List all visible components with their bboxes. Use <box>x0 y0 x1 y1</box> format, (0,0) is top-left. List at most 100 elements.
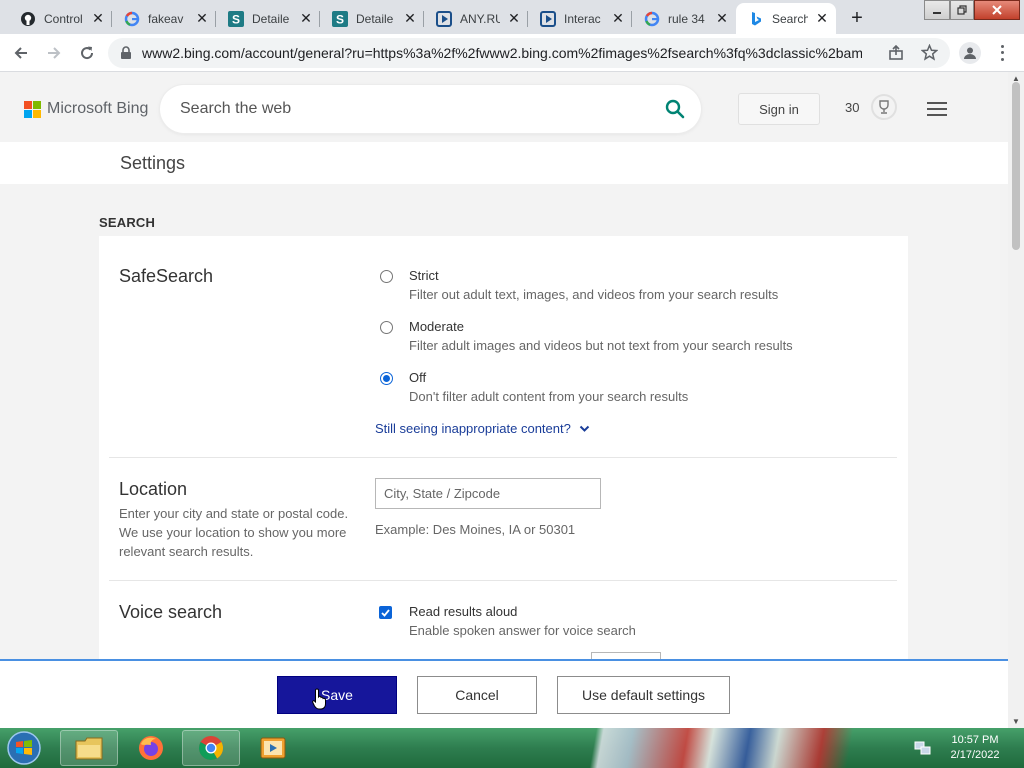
taskbar-media-player[interactable] <box>244 730 302 766</box>
close-tab-icon[interactable]: ✕ <box>402 10 418 27</box>
divider <box>109 457 897 458</box>
browser-tab-active[interactable]: Search ✕ <box>736 3 836 34</box>
divider <box>109 580 897 581</box>
bookmark-star-icon[interactable] <box>920 43 939 66</box>
browser-tab[interactable]: Interac ✕ <box>528 3 632 34</box>
bing-logo[interactable]: Microsoft Bing <box>24 100 148 118</box>
safesearch-title: SafeSearch <box>119 266 214 286</box>
search-icon[interactable] <box>665 99 685 124</box>
browser-tab[interactable]: Control ✕ <box>8 3 112 34</box>
browser-tab[interactable]: rule 34 ✕ <box>632 3 736 34</box>
close-tab-icon[interactable]: ✕ <box>610 10 626 27</box>
restore-button[interactable] <box>950 0 974 20</box>
share-icon[interactable] <box>888 44 904 66</box>
section-label: SEARCH <box>99 215 156 230</box>
firefox-icon <box>139 736 163 760</box>
system-clock[interactable]: 10:57 PM 2/17/2022 <box>940 733 1010 763</box>
browser-tab[interactable]: fakeav ✕ <box>112 3 216 34</box>
page-title: Settings <box>120 153 186 173</box>
voice-option-label: Read results aloud <box>409 604 518 619</box>
network-tray-icon[interactable] <box>914 740 932 761</box>
scroll-thumb[interactable] <box>1012 82 1020 250</box>
lock-icon <box>121 46 131 59</box>
chrome-icon <box>198 736 224 761</box>
safesearch-option-desc: Filter adult images and videos but not t… <box>409 338 793 353</box>
folder-icon <box>75 737 103 760</box>
location-input[interactable] <box>375 478 601 509</box>
scribd-icon: S <box>228 10 244 27</box>
trophy-icon <box>871 94 898 120</box>
browser-tab[interactable]: ANY.RU ✕ <box>424 3 528 34</box>
rewards-points: 30 <box>845 99 860 115</box>
minimize-button[interactable] <box>924 0 950 20</box>
tab-title: Detaile <box>356 11 394 26</box>
search-input[interactable] <box>180 100 640 118</box>
taskbar-explorer[interactable] <box>60 730 118 766</box>
forward-button[interactable] <box>43 42 65 64</box>
scribd-icon: S <box>332 10 348 27</box>
settings-card: SafeSearch Strict Filter out adult text,… <box>99 236 908 728</box>
save-button[interactable]: Save <box>277 676 397 714</box>
tab-title: Control <box>44 11 83 26</box>
location-example: Example: Des Moines, IA or 50301 <box>375 522 576 537</box>
url-text: www2.bing.com/account/general?ru=https%3… <box>142 45 862 61</box>
safesearch-moderate-radio[interactable] <box>380 321 393 334</box>
new-tab-button[interactable]: + <box>844 6 870 30</box>
taskbar-firefox[interactable] <box>122 730 180 766</box>
forward-arrow-icon <box>48 47 61 59</box>
voice-option-desc: Enable spoken answer for voice search <box>409 623 636 638</box>
tab-title: Search <box>772 11 808 26</box>
microsoft-logo-icon <box>24 100 41 118</box>
svg-text:S: S <box>232 12 240 26</box>
reload-icon <box>81 46 94 60</box>
close-icon <box>992 5 1002 15</box>
address-bar[interactable]: www2.bing.com/account/general?ru=https%3… <box>108 38 950 68</box>
location-description: Enter your city and state or postal code… <box>119 506 349 559</box>
close-tab-icon[interactable]: ✕ <box>194 10 210 27</box>
cancel-button[interactable]: Cancel <box>417 676 537 714</box>
vertical-scrollbar[interactable]: ▲ ▼ <box>1008 72 1024 728</box>
close-tab-icon[interactable]: ✕ <box>90 10 106 27</box>
close-tab-icon[interactable]: ✕ <box>714 10 730 27</box>
reload-button[interactable] <box>76 42 98 64</box>
media-player-icon <box>260 737 286 759</box>
rewards-indicator[interactable]: 30 <box>845 94 898 120</box>
hamburger-menu-icon[interactable] <box>927 101 947 122</box>
taskbar-chrome[interactable] <box>182 730 240 766</box>
close-tab-icon[interactable]: ✕ <box>506 10 522 27</box>
page-content: Microsoft Bing Sign in 30 Settings SEARC… <box>0 72 1008 728</box>
browser-tab[interactable]: S Detaile ✕ <box>320 3 424 34</box>
search-box[interactable] <box>160 85 701 133</box>
google-icon <box>124 11 140 27</box>
voice-search-title: Voice search <box>119 602 223 622</box>
link-text: Still seeing inappropriate content? <box>375 421 571 436</box>
scroll-down-icon[interactable]: ▼ <box>1012 717 1020 726</box>
tab-title: Detaile <box>252 11 290 26</box>
minimize-icon <box>933 12 941 14</box>
sign-in-button[interactable]: Sign in <box>738 93 820 125</box>
back-button[interactable] <box>10 42 32 64</box>
browser-toolbar: www2.bing.com/account/general?ru=https%3… <box>0 34 1024 72</box>
close-tab-icon[interactable]: ✕ <box>298 10 314 27</box>
safesearch-strict-radio[interactable] <box>380 270 393 283</box>
profile-avatar[interactable] <box>959 42 981 64</box>
github-icon <box>20 11 36 27</box>
back-arrow-icon <box>14 47 27 59</box>
bing-icon <box>748 11 764 27</box>
tab-title: Interac <box>564 11 601 26</box>
tab-title: fakeav <box>148 11 184 26</box>
inappropriate-content-link[interactable]: Still seeing inappropriate content? <box>375 421 590 436</box>
browser-tab[interactable]: S Detaile ✕ <box>216 3 320 34</box>
read-results-aloud-checkbox[interactable] <box>379 606 392 619</box>
svg-text:S: S <box>336 12 344 26</box>
google-icon <box>644 11 660 27</box>
bing-header: Microsoft Bing Sign in 30 <box>0 72 1008 142</box>
use-default-settings-button[interactable]: Use default settings <box>557 676 730 714</box>
start-button[interactable] <box>4 730 44 766</box>
brand-name: Microsoft Bing <box>47 100 149 117</box>
anyrun-icon <box>436 10 452 27</box>
safesearch-off-radio[interactable] <box>380 372 393 385</box>
browser-menu-button[interactable] <box>995 43 1009 63</box>
close-tab-icon[interactable]: ✕ <box>814 10 830 27</box>
close-window-button[interactable] <box>974 0 1020 20</box>
